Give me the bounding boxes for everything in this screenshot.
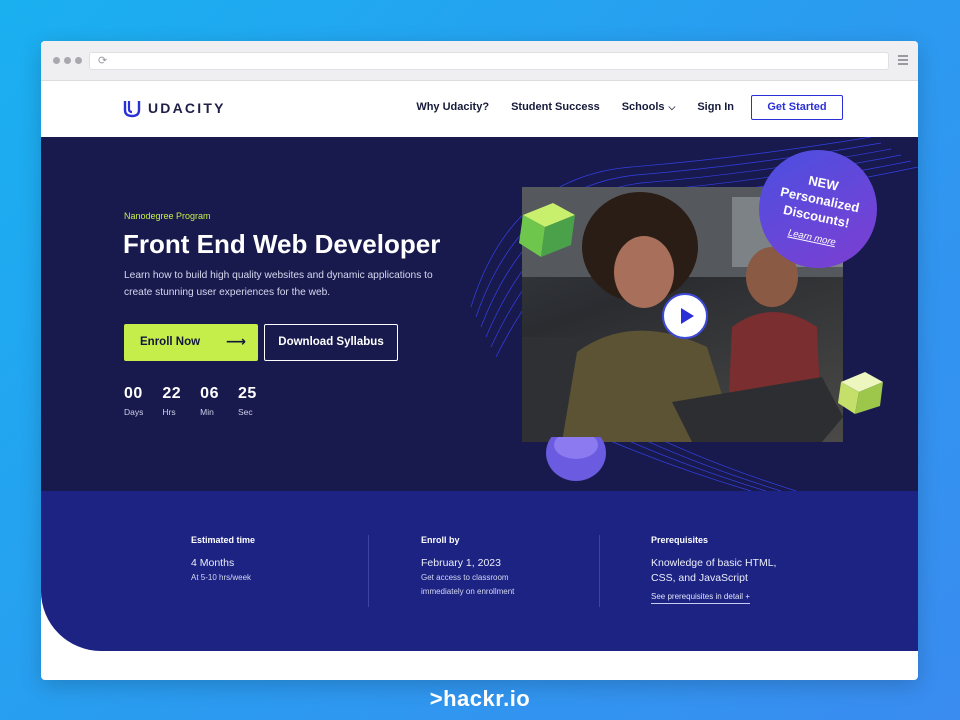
estimated-time: Estimated time 4 Months At 5-10 hrs/week (191, 535, 255, 585)
enroll-now-button[interactable]: Enroll Now ⟶ (124, 324, 258, 361)
countdown-value: 22 (162, 385, 182, 402)
personalized-discount-badge[interactable]: NEW Personalized Discounts! Learn more (759, 150, 877, 268)
window-dot-icon[interactable] (53, 57, 60, 64)
enroll-by: Enroll by February 1, 2023 Get access to… (421, 535, 514, 599)
browser-window: ⟳ UDACITY Why Udacity? Student Success S… (41, 41, 918, 680)
program-info-bar: Estimated time 4 Months At 5-10 hrs/week… (41, 491, 918, 651)
hero-description: Learn how to build high quality websites… (124, 270, 433, 298)
divider (599, 535, 600, 607)
hackr-io-brand: >hackr.io (0, 686, 960, 712)
countdown-hours: 22 Hrs (162, 385, 181, 417)
info-subtext: immediately on enrollment (421, 587, 515, 596)
window-dot-icon[interactable] (75, 57, 82, 64)
prereq-line: Knowledge of basic HTML, (651, 557, 777, 569)
page-title: Front End Web Developer (123, 229, 441, 259)
info-heading: Enroll by (421, 535, 460, 545)
countdown-label: Days (124, 407, 144, 417)
get-started-button[interactable]: Get Started (751, 95, 843, 120)
window-dot-icon[interactable] (64, 57, 71, 64)
countdown-label: Sec (237, 407, 253, 417)
chevron-down-icon: ⌵ (668, 102, 676, 112)
info-value: 4 Months (191, 557, 235, 569)
reload-icon[interactable]: ⟳ (98, 54, 107, 68)
countdown-days: 00 Days (124, 385, 143, 417)
arrow-right-icon: ⟶ (225, 333, 246, 349)
play-button[interactable] (662, 293, 708, 339)
info-subtext: Get access to classroom (421, 573, 509, 582)
green-cube-decoration (519, 203, 575, 257)
info-heading: Prerequisites (651, 535, 709, 545)
brand-name: hackr.io (443, 686, 531, 711)
prereq-line: CSS, and JavaScript (651, 572, 748, 584)
nav-link-why-udacity[interactable]: Why Udacity? (416, 101, 489, 113)
nav-link-sign-in[interactable]: Sign In (697, 101, 734, 113)
program-eyebrow: Nanodegree Program (124, 211, 211, 221)
browser-toolbar: ⟳ (41, 41, 918, 81)
countdown-value: 25 (237, 385, 257, 402)
udacity-logo[interactable]: UDACITY (123, 98, 226, 118)
nav-link-schools-label: Schools (621, 101, 665, 113)
enroll-now-label: Enroll Now (140, 336, 201, 348)
logo-text: UDACITY (148, 100, 226, 116)
purple-sphere-decoration (546, 437, 606, 481)
info-value: February 1, 2023 (421, 557, 501, 569)
info-value: Knowledge of basic HTML, CSS, and JavaScr… (651, 556, 776, 586)
info-heading: Estimated time (191, 535, 256, 545)
info-subtext: At 5-10 hrs/week (191, 573, 252, 582)
hamburger-menu-icon[interactable] (898, 55, 908, 67)
countdown-minutes: 06 Min (200, 385, 219, 417)
address-bar[interactable]: ⟳ (89, 52, 889, 70)
nav-links: Why Udacity? Student Success Schools ⌵ Si… (416, 101, 734, 113)
window-controls[interactable] (53, 57, 82, 64)
countdown-timer: 00 Days 22 Hrs 06 Min 25 Sec (124, 385, 257, 417)
nav-link-student-success[interactable]: Student Success (511, 101, 600, 113)
download-syllabus-button[interactable]: Download Syllabus (264, 324, 398, 361)
countdown-value: 06 (200, 385, 219, 402)
site-navbar: UDACITY Why Udacity? Student Success Sch… (41, 81, 918, 137)
green-cube-decoration (838, 372, 883, 414)
countdown-value: 00 (124, 385, 143, 402)
see-prerequisites-link[interactable]: See prerequisites in detail + (651, 592, 750, 604)
brand-prefix: > (429, 686, 444, 711)
udacity-logo-icon (123, 101, 141, 118)
play-icon (681, 308, 694, 324)
prerequisites: Prerequisites Knowledge of basic HTML, CS… (651, 535, 776, 604)
divider (368, 535, 369, 607)
countdown-label: Hrs (162, 407, 176, 417)
hero-section: Nanodegree Program Front End Web Develop… (41, 137, 918, 491)
countdown-seconds: 25 Sec (238, 385, 257, 417)
nav-link-schools[interactable]: Schools ⌵ (622, 101, 676, 113)
countdown-label: Min (200, 407, 214, 417)
